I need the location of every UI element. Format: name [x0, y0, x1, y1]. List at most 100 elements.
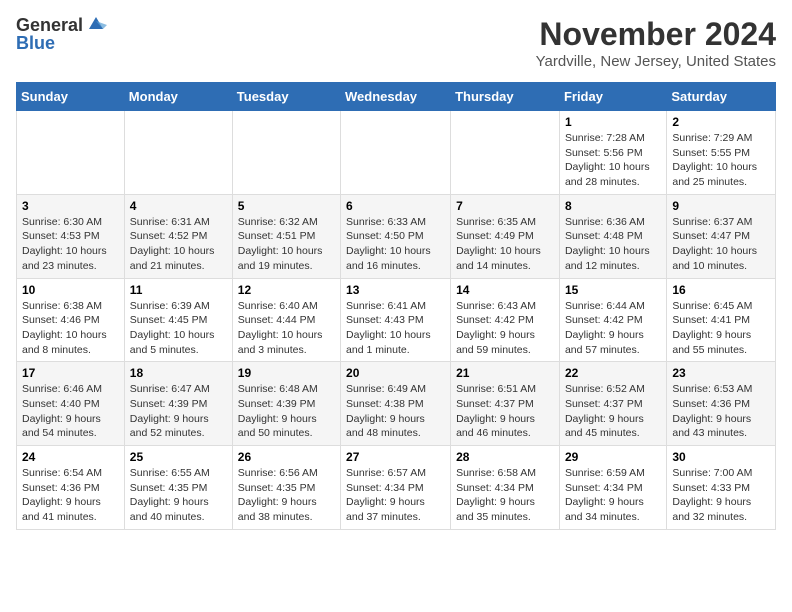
- calendar-cell: [341, 111, 451, 195]
- calendar-cell: 22 Sunrise: 6:52 AM Sunset: 4:37 PM Dayli…: [559, 362, 666, 446]
- calendar-cell: [451, 111, 560, 195]
- calendar-body: 1 Sunrise: 7:28 AM Sunset: 5:56 PM Daylig…: [17, 111, 776, 530]
- day-info: Sunrise: 6:46 AM Sunset: 4:40 PM Dayligh…: [22, 382, 119, 441]
- logo-icon: [85, 15, 107, 33]
- calendar-cell: 23Sunrise: 6:53 AM Sunset: 4:36 PM Dayli…: [667, 362, 776, 446]
- calendar-cell: 17Sunrise: 6:46 AM Sunset: 4:40 PM Dayli…: [17, 362, 125, 446]
- day-info: Sunrise: 6:35 AM Sunset: 4:49 PM Dayligh…: [456, 215, 554, 274]
- day-info: Sunrise: 6:44 AM Sunset: 4:42 PM Dayligh…: [565, 299, 661, 358]
- calendar-cell: 13 Sunrise: 6:41 AM Sunset: 4:43 PM Dayli…: [341, 278, 451, 362]
- day-info: Sunrise: 6:48 AM Sunset: 4:39 PM Dayligh…: [238, 382, 335, 441]
- day-info: Sunrise: 6:55 AM Sunset: 4:35 PM Dayligh…: [130, 466, 227, 525]
- calendar-cell: 3 Sunrise: 6:30 AM Sunset: 4:53 PM Daylig…: [17, 194, 125, 278]
- day-number: 4: [130, 199, 227, 213]
- calendar-cell: 26Sunrise: 6:56 AM Sunset: 4:35 PM Dayli…: [232, 446, 340, 530]
- calendar-week-row: 24Sunrise: 6:54 AM Sunset: 4:36 PM Dayli…: [17, 446, 776, 530]
- day-info: Sunrise: 6:32 AM Sunset: 4:51 PM Dayligh…: [238, 215, 335, 274]
- day-info: Sunrise: 6:54 AM Sunset: 4:36 PM Dayligh…: [22, 466, 119, 525]
- day-info: Sunrise: 7:29 AM Sunset: 5:55 PM Dayligh…: [672, 131, 770, 190]
- location: Yardville, New Jersey, United States: [536, 53, 776, 70]
- day-info: Sunrise: 6:58 AM Sunset: 4:34 PM Dayligh…: [456, 466, 554, 525]
- day-number: 20: [346, 366, 445, 380]
- calendar-cell: [232, 111, 340, 195]
- day-info: Sunrise: 7:28 AM Sunset: 5:56 PM Dayligh…: [565, 131, 661, 190]
- calendar-header: SundayMondayTuesdayWednesdayThursdayFrid…: [17, 83, 776, 111]
- calendar-cell: 7 Sunrise: 6:35 AM Sunset: 4:49 PM Daylig…: [451, 194, 560, 278]
- logo-general-text: General: [16, 16, 83, 34]
- weekday-header: Wednesday: [341, 83, 451, 111]
- calendar-cell: 5 Sunrise: 6:32 AM Sunset: 4:51 PM Daylig…: [232, 194, 340, 278]
- calendar-week-row: 10Sunrise: 6:38 AM Sunset: 4:46 PM Dayli…: [17, 278, 776, 362]
- day-number: 16: [672, 283, 770, 297]
- day-number: 5: [238, 199, 335, 213]
- logo-blue-text: Blue: [16, 34, 55, 52]
- day-info: Sunrise: 6:33 AM Sunset: 4:50 PM Dayligh…: [346, 215, 445, 274]
- calendar-cell: 21Sunrise: 6:51 AM Sunset: 4:37 PM Dayli…: [451, 362, 560, 446]
- day-number: 11: [130, 283, 227, 297]
- calendar-cell: 28 Sunrise: 6:58 AM Sunset: 4:34 PM Dayli…: [451, 446, 560, 530]
- day-info: Sunrise: 6:30 AM Sunset: 4:53 PM Dayligh…: [22, 215, 119, 274]
- calendar-cell: 2 Sunrise: 7:29 AM Sunset: 5:55 PM Daylig…: [667, 111, 776, 195]
- day-number: 25: [130, 450, 227, 464]
- day-number: 13: [346, 283, 445, 297]
- calendar-week-row: 3 Sunrise: 6:30 AM Sunset: 4:53 PM Daylig…: [17, 194, 776, 278]
- day-info: Sunrise: 6:51 AM Sunset: 4:37 PM Dayligh…: [456, 382, 554, 441]
- day-number: 6: [346, 199, 445, 213]
- logo: General Blue: [16, 16, 107, 52]
- weekday-header: Sunday: [17, 83, 125, 111]
- calendar-week-row: 17Sunrise: 6:46 AM Sunset: 4:40 PM Dayli…: [17, 362, 776, 446]
- day-number: 30: [672, 450, 770, 464]
- calendar-cell: 11 Sunrise: 6:39 AM Sunset: 4:45 PM Dayli…: [124, 278, 232, 362]
- calendar-table: SundayMondayTuesdayWednesdayThursdayFrid…: [16, 82, 776, 530]
- day-info: Sunrise: 6:41 AM Sunset: 4:43 PM Dayligh…: [346, 299, 445, 358]
- day-number: 9: [672, 199, 770, 213]
- day-number: 1: [565, 115, 661, 129]
- calendar-cell: 25 Sunrise: 6:55 AM Sunset: 4:35 PM Dayli…: [124, 446, 232, 530]
- day-number: 2: [672, 115, 770, 129]
- calendar-cell: 12Sunrise: 6:40 AM Sunset: 4:44 PM Dayli…: [232, 278, 340, 362]
- calendar-cell: 8Sunrise: 6:36 AM Sunset: 4:48 PM Daylig…: [559, 194, 666, 278]
- calendar-cell: 27 Sunrise: 6:57 AM Sunset: 4:34 PM Dayli…: [341, 446, 451, 530]
- day-info: Sunrise: 6:31 AM Sunset: 4:52 PM Dayligh…: [130, 215, 227, 274]
- calendar-cell: 1 Sunrise: 7:28 AM Sunset: 5:56 PM Daylig…: [559, 111, 666, 195]
- calendar-cell: 10Sunrise: 6:38 AM Sunset: 4:46 PM Dayli…: [17, 278, 125, 362]
- day-number: 28: [456, 450, 554, 464]
- day-info: Sunrise: 6:52 AM Sunset: 4:37 PM Dayligh…: [565, 382, 661, 441]
- calendar-cell: 19 Sunrise: 6:48 AM Sunset: 4:39 PM Dayli…: [232, 362, 340, 446]
- day-number: 14: [456, 283, 554, 297]
- header-row: SundayMondayTuesdayWednesdayThursdayFrid…: [17, 83, 776, 111]
- day-info: Sunrise: 6:37 AM Sunset: 4:47 PM Dayligh…: [672, 215, 770, 274]
- day-info: Sunrise: 6:57 AM Sunset: 4:34 PM Dayligh…: [346, 466, 445, 525]
- day-number: 19: [238, 366, 335, 380]
- day-number: 12: [238, 283, 335, 297]
- day-info: Sunrise: 6:49 AM Sunset: 4:38 PM Dayligh…: [346, 382, 445, 441]
- calendar-cell: 18Sunrise: 6:47 AM Sunset: 4:39 PM Dayli…: [124, 362, 232, 446]
- day-number: 7: [456, 199, 554, 213]
- day-number: 3: [22, 199, 119, 213]
- day-number: 22: [565, 366, 661, 380]
- day-info: Sunrise: 6:47 AM Sunset: 4:39 PM Dayligh…: [130, 382, 227, 441]
- month-title: November 2024: [536, 16, 776, 53]
- calendar-cell: 16Sunrise: 6:45 AM Sunset: 4:41 PM Dayli…: [667, 278, 776, 362]
- calendar-cell: 6 Sunrise: 6:33 AM Sunset: 4:50 PM Daylig…: [341, 194, 451, 278]
- weekday-header: Thursday: [451, 83, 560, 111]
- calendar-cell: [124, 111, 232, 195]
- calendar-cell: 15 Sunrise: 6:44 AM Sunset: 4:42 PM Dayli…: [559, 278, 666, 362]
- day-number: 15: [565, 283, 661, 297]
- weekday-header: Monday: [124, 83, 232, 111]
- header: General Blue November 2024 Yardville, Ne…: [16, 16, 776, 70]
- day-number: 27: [346, 450, 445, 464]
- calendar-cell: 20 Sunrise: 6:49 AM Sunset: 4:38 PM Dayli…: [341, 362, 451, 446]
- day-number: 26: [238, 450, 335, 464]
- calendar-cell: 9 Sunrise: 6:37 AM Sunset: 4:47 PM Daylig…: [667, 194, 776, 278]
- calendar-cell: 4 Sunrise: 6:31 AM Sunset: 4:52 PM Daylig…: [124, 194, 232, 278]
- calendar-week-row: 1 Sunrise: 7:28 AM Sunset: 5:56 PM Daylig…: [17, 111, 776, 195]
- calendar-cell: [17, 111, 125, 195]
- calendar-cell: 24Sunrise: 6:54 AM Sunset: 4:36 PM Dayli…: [17, 446, 125, 530]
- day-info: Sunrise: 6:38 AM Sunset: 4:46 PM Dayligh…: [22, 299, 119, 358]
- day-info: Sunrise: 6:53 AM Sunset: 4:36 PM Dayligh…: [672, 382, 770, 441]
- day-info: Sunrise: 7:00 AM Sunset: 4:33 PM Dayligh…: [672, 466, 770, 525]
- calendar-cell: 30 Sunrise: 7:00 AM Sunset: 4:33 PM Dayli…: [667, 446, 776, 530]
- calendar-cell: 14Sunrise: 6:43 AM Sunset: 4:42 PM Dayli…: [451, 278, 560, 362]
- day-info: Sunrise: 6:39 AM Sunset: 4:45 PM Dayligh…: [130, 299, 227, 358]
